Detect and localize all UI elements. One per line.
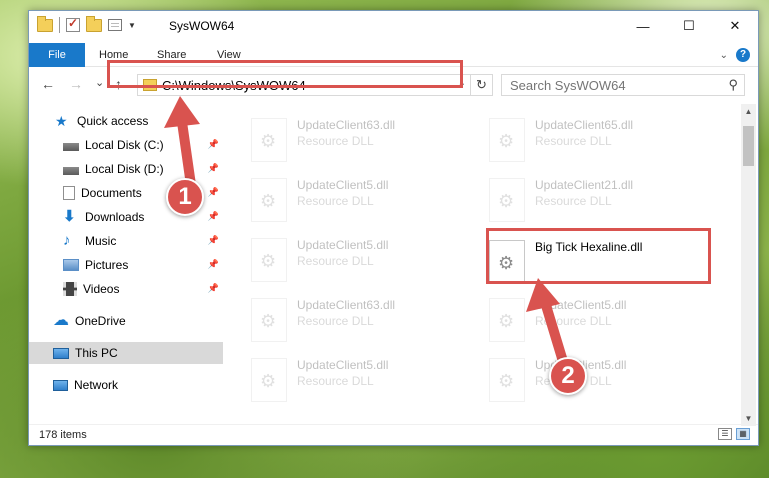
- step-2-badge: 2: [549, 357, 587, 395]
- arrowhead-step-1: [164, 96, 200, 128]
- step-1-badge: 1: [166, 178, 204, 216]
- annotation-arrows: [164, 96, 570, 373]
- arrowhead-step-2: [526, 278, 560, 312]
